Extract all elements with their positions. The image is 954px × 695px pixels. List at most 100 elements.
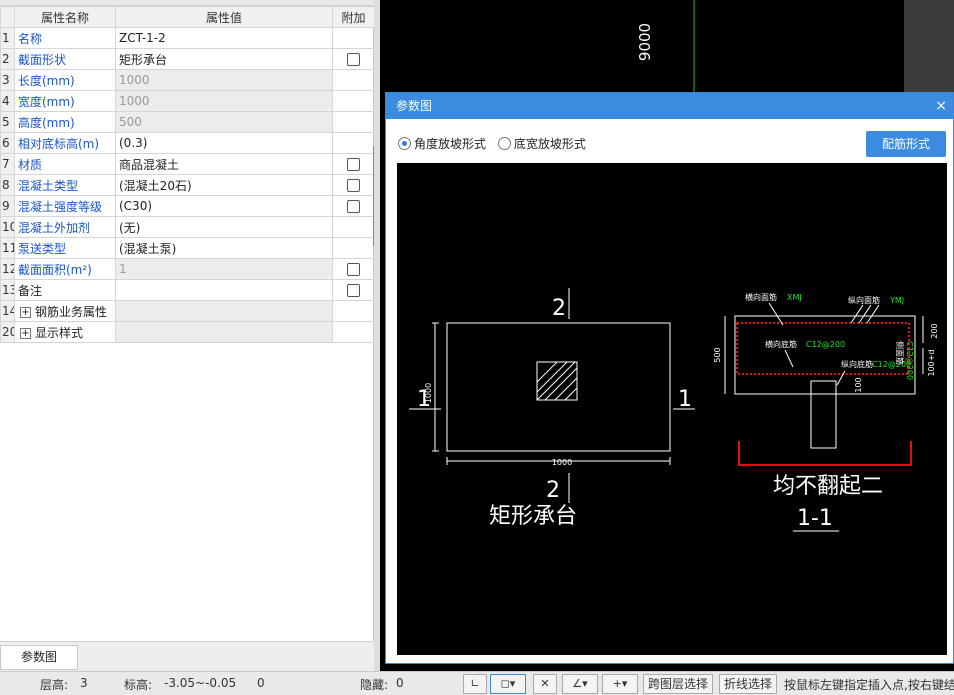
property-value[interactable]: ZCT-1-2 [115,27,333,49]
mark-2-bottom: 2 [546,478,560,503]
table-row[interactable]: 20 + 显示样式 [0,321,375,343]
row-index: 8 [0,174,15,196]
label-ymj: YMJ [889,296,904,305]
property-value[interactable] [115,279,333,301]
attach-checkbox[interactable] [347,179,360,192]
section-note: 均不翻起二 [773,474,883,499]
radio-width-slope[interactable] [497,137,511,150]
property-value[interactable]: (0.3) [115,132,333,154]
dim-200: 200 [930,323,939,338]
table-row[interactable]: 14 + 钢筋业务属性 [0,300,375,322]
ortho-icon[interactable]: ∟ [463,674,487,694]
property-table: 属性名称 属性值 附加 1 名称 ZCT-1-2 2 截面形状 矩形承台 3 长度(mm) 10… [0,6,375,343]
attach-cell [332,258,375,280]
attach-checkbox[interactable] [347,158,360,171]
attach-cell [332,69,375,91]
tab-param-diagram[interactable]: 参数图 [0,645,78,670]
property-name: 高度(mm) [14,111,116,133]
attach-cell [332,174,375,196]
column-hatch [536,361,578,401]
property-value[interactable]: 500 [115,111,333,133]
radio-angle-label[interactable]: 角度放坡形式 [414,137,486,151]
pile-rebar-bracket [738,441,912,466]
row-index: 11 [0,237,15,259]
header-name: 属性名称 [14,6,116,28]
row-index: 14 [0,300,15,322]
dialog-titlebar: 参数图 × [386,93,953,119]
plan-label: 矩形承台 [489,504,577,529]
attach-checkbox[interactable] [347,53,360,66]
table-row[interactable]: 1 名称 ZCT-1-2 [0,27,375,49]
cross-select-icon[interactable]: ✕ [533,674,557,694]
attach-cell [332,279,375,301]
attach-checkbox[interactable] [347,284,360,297]
table-row[interactable]: 6 相对底标高(m) (0.3) [0,132,375,154]
property-value[interactable]: 矩形承台 [115,48,333,70]
dim-width-plan: 1000 [552,458,572,467]
table-row[interactable]: 10混凝土外加剂(无) [0,216,375,238]
dim-section-height: 500 [713,347,722,362]
slope-radio-group: 角度放坡形式 底宽放坡形式 [398,135,594,151]
table-row[interactable]: 13备注 [0,279,375,301]
pile-outline [810,380,837,449]
attach-cell [332,132,375,154]
table-row[interactable]: 12截面面积(m²)1 [0,258,375,280]
property-value[interactable]: 1000 [115,90,333,112]
expand-icon[interactable]: + [20,306,31,318]
expand-icon[interactable]: + [20,327,31,339]
polyline-select-button[interactable]: 折线选择 [719,674,778,694]
property-name: 截面面积(m²) [14,258,116,280]
floor-value: 3 [80,676,88,690]
floor-label: 层高: [40,678,69,692]
rebar-form-button[interactable]: 配筋形式 [866,131,946,157]
property-value[interactable] [115,321,333,343]
elevation-label: 标高: [124,678,153,692]
attach-cell [332,90,375,112]
table-row[interactable]: 2 截面形状 矩形承台 [0,48,375,70]
hidden-label: 隐藏: [360,678,389,692]
row-index: 7 [0,153,15,175]
table-row[interactable]: 11泵送类型(混凝土泵) [0,237,375,259]
property-value[interactable]: (C30) [115,195,333,217]
table-row[interactable]: 3 长度(mm) 1000 [0,69,375,91]
property-group-label: 显示样式 [35,325,84,340]
attach-cell [332,321,375,343]
radio-width-label[interactable]: 底宽放坡形式 [514,137,586,151]
cross-layer-select-button[interactable]: 跨图层选择 [643,674,714,694]
attach-cell [332,237,375,259]
diagram-preview: 2 2 1 1 1000 1000 矩形承台 500 200 100+d 100… [397,163,947,655]
table-row[interactable]: 5 高度(mm) 500 [0,111,375,133]
property-panel: 属性名称 属性值 附加 1 名称 ZCT-1-2 2 截面形状 矩形承台 3 长度(mm) 10… [0,0,377,671]
property-name: 混凝土外加剂 [14,216,116,238]
close-icon[interactable]: × [935,93,947,119]
label-xmj: XMJ [787,293,802,302]
offset-icon[interactable]: +▾ [602,674,638,694]
property-name: 截面形状 [14,48,116,70]
table-row[interactable]: 4 宽度(mm) 1000 [0,90,375,112]
property-name: 相对底标高(m) [14,132,116,154]
table-row[interactable]: 8 混凝土类型 (混凝土20石) [0,174,375,196]
property-value[interactable]: 1000 [115,69,333,91]
property-value[interactable] [115,300,333,322]
property-value[interactable]: 商品混凝土 [115,153,333,175]
property-group-label: 钢筋业务属性 [35,304,108,319]
property-name: 备注 [14,279,116,301]
row-index: 10 [0,216,15,238]
dim-100: 100 [854,377,863,392]
property-name: 长度(mm) [14,69,116,91]
attach-cell [332,153,375,175]
label-heng-di: 横向底筋 [765,339,797,349]
snap-icon[interactable]: ◻▾ [490,674,526,694]
property-value[interactable]: (无) [115,216,333,238]
attach-checkbox[interactable] [347,200,360,213]
angle-icon[interactable]: ∠▾ [562,674,598,694]
row-index: 5 [0,111,15,133]
attach-checkbox[interactable] [347,263,360,276]
property-value[interactable]: (混凝土泵) [115,237,333,259]
table-row[interactable]: 9 混凝土强度等级 (C30) [0,195,375,217]
property-value[interactable]: 1 [115,258,333,280]
table-row[interactable]: 7 材质 商品混凝土 [0,153,375,175]
property-value[interactable]: (混凝土20石) [115,174,333,196]
mark-2-top: 2 [552,296,566,321]
radio-angle-slope[interactable] [398,137,411,150]
